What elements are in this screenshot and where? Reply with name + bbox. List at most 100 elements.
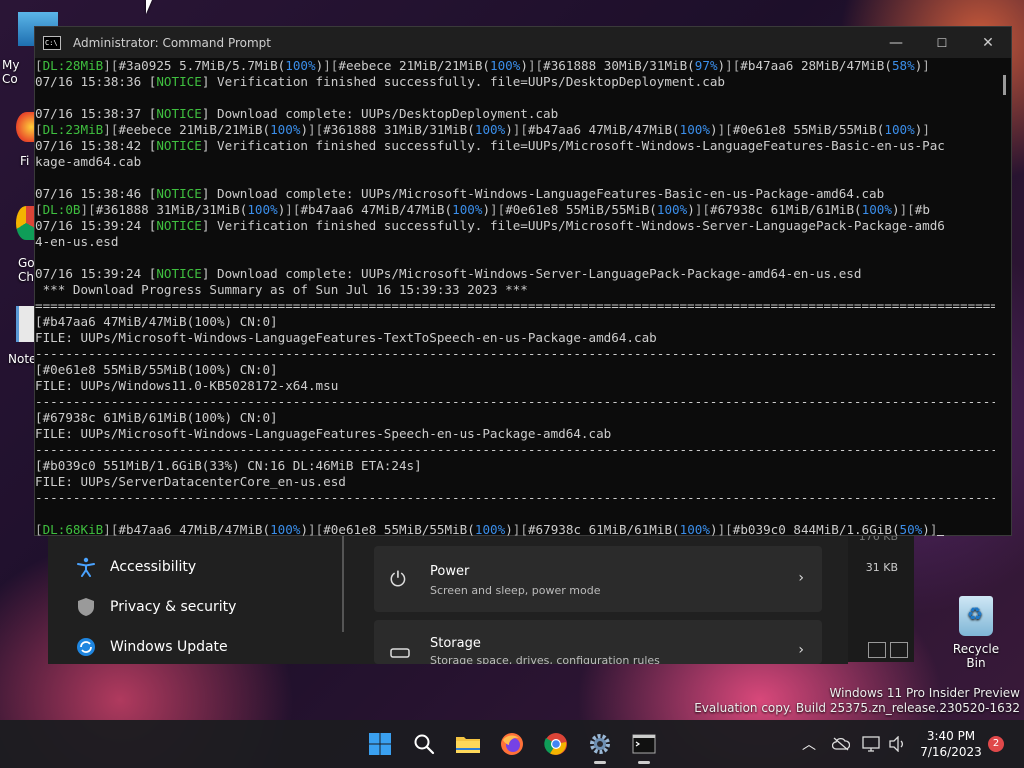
start-button[interactable] xyxy=(364,728,396,760)
settings-card-power[interactable]: ⏻ Power Screen and sleep, power mode › xyxy=(374,546,822,612)
storage-icon xyxy=(390,640,410,664)
terminal-line: [#b039c0 551MiB/1.6GiB(33%) CN:16 DL:46M… xyxy=(35,458,995,474)
chrome-button[interactable] xyxy=(540,728,572,760)
terminal-line: [#0e61e8 55MiB/55MiB(100%) CN:0] xyxy=(35,362,995,378)
terminal-button[interactable] xyxy=(628,728,660,764)
terminal-text: 100% xyxy=(285,58,316,73)
settings-button[interactable] xyxy=(584,728,616,764)
terminal-text: DL:68KiB xyxy=(42,522,104,536)
monitor-network-icon xyxy=(862,736,880,752)
terminal-text: ========================================… xyxy=(35,298,995,313)
network-status[interactable] xyxy=(832,720,850,768)
cmd-app-icon[interactable]: C:\ xyxy=(43,35,61,50)
nav-item-accessibility[interactable]: Accessibility xyxy=(76,555,196,579)
search-button[interactable] xyxy=(408,728,440,760)
firefox-button[interactable] xyxy=(496,728,528,760)
nav-item-windows-update[interactable]: Windows Update xyxy=(76,635,228,659)
terminal-text: NOTICE xyxy=(156,138,202,153)
terminal-text: #361888 31MiB/31MiB( xyxy=(95,202,248,217)
terminal-text: FILE: UUPs/Microsoft-Windows-LanguageFea… xyxy=(35,426,612,441)
terminal-line: kage-amd64.cab xyxy=(35,154,995,170)
update-icon xyxy=(76,637,96,657)
chrome-desktop-icon[interactable] xyxy=(16,206,36,240)
terminal-text: #0e61e8 55MiB/55MiB( xyxy=(732,122,885,137)
terminal-text: 07/16 15:39:24 [ xyxy=(35,218,157,233)
terminal-line: 07/16 15:38:36 [NOTICE] Verification fin… xyxy=(35,74,995,90)
terminal-text: 4-en-us.esd xyxy=(35,234,119,249)
terminal-text: ] Verification finished successfully. fi… xyxy=(201,218,945,233)
card-subtitle: Storage space, drives, configuration rul… xyxy=(430,654,660,664)
terminal-text: #67938c 61MiB/61MiB( xyxy=(527,522,680,536)
nav-item-privacy[interactable]: Privacy & security xyxy=(76,595,236,619)
terminal-text: ][ xyxy=(103,522,119,536)
terminal-text: 97% xyxy=(694,58,718,73)
terminal-text: ----------------------------------------… xyxy=(35,442,995,457)
title-bar[interactable]: C:\ Administrator: Command Prompt — ☐ ✕ xyxy=(35,27,1011,58)
tiles-view-icon[interactable] xyxy=(890,642,908,658)
terminal-text: [ xyxy=(35,122,43,137)
terminal-text: ][ xyxy=(725,58,741,73)
terminal-text: [#b039c0 551MiB/1.6GiB(33%) CN:16 DL:46M… xyxy=(35,458,422,473)
terminal-line: FILE: UUPs/ServerDatacenterCore_en-us.es… xyxy=(35,474,995,490)
terminal-text: ][ xyxy=(717,122,733,137)
terminal-text: ----------------------------------------… xyxy=(35,490,995,505)
terminal-text: ) xyxy=(300,522,309,536)
terminal-text: #361888 31MiB/31MiB( xyxy=(323,122,475,137)
terminal-text: 100% xyxy=(247,202,278,217)
terminal-text: 100% xyxy=(452,202,483,217)
settings-nav: Accessibility Privacy & security Windows… xyxy=(48,536,342,664)
nav-item-label: Privacy & security xyxy=(110,599,237,615)
desktop-label: Note xyxy=(8,352,37,366)
terminal-text: 100% xyxy=(474,122,506,137)
card-title: Power xyxy=(430,564,470,579)
terminal-text: [#67938c 61MiB/61MiB(100%) CN:0] xyxy=(35,410,278,425)
folder-icon xyxy=(456,737,480,753)
terminal-line: FILE: UUPs/Microsoft-Windows-LanguageFea… xyxy=(35,426,995,442)
terminal-text: ) xyxy=(520,58,528,73)
file-size: 31 KB xyxy=(865,561,898,574)
terminal-text: ] Download complete: UUPs/Microsoft-Wind… xyxy=(201,186,885,201)
maximize-button[interactable]: ☐ xyxy=(919,27,965,58)
terminal-text: #eebece 21MiB/21MiB( xyxy=(118,122,271,137)
terminal-line: *** Download Progress Summary as of Sun … xyxy=(35,282,995,298)
speaker-icon xyxy=(889,736,903,752)
network-icon-button[interactable] xyxy=(862,720,880,768)
cloud-off-icon xyxy=(832,737,850,751)
terminal-text: ----------------------------------------… xyxy=(35,394,995,409)
terminal-line: [#b47aa6 47MiB/47MiB(100%) CN:0] xyxy=(35,314,995,330)
chevron-up-icon: ︿ xyxy=(802,737,816,753)
terminal-text: ----------------------------------------… xyxy=(35,346,995,361)
recycle-bin[interactable]: Recycle Bin xyxy=(944,596,1008,670)
power-icon: ⏻ xyxy=(390,567,406,591)
settings-card-storage[interactable]: Storage Storage space, drives, configura… xyxy=(374,620,822,664)
terminal-text: ] xyxy=(922,58,930,73)
card-title: Storage xyxy=(430,636,481,651)
terminal-line: [DL:23MiB][#eebece 21MiB/21MiB(100%)][#3… xyxy=(35,122,995,138)
minimize-button[interactable]: — xyxy=(873,27,919,58)
terminal-text: ] Download complete: UUPs/DesktopDeploym… xyxy=(201,106,559,121)
terminal-text: 58% xyxy=(891,58,915,73)
window-title: Administrator: Command Prompt xyxy=(73,35,271,50)
terminal-text: FILE: UUPs/ServerDatacenterCore_en-us.es… xyxy=(35,474,346,489)
details-view-icon[interactable] xyxy=(868,642,886,658)
scrollbar-thumb[interactable] xyxy=(1003,75,1006,95)
terminal-text: #b xyxy=(914,202,930,217)
text-cursor xyxy=(937,535,945,536)
terminal-text: #67938c 61MiB/61MiB( xyxy=(709,202,862,217)
show-hidden-icons-button[interactable]: ︿ xyxy=(802,720,816,768)
terminal-text: 100% xyxy=(474,522,506,536)
terminal-text: ][ xyxy=(308,522,324,536)
nav-item-label: Accessibility xyxy=(110,559,197,575)
terminal-output[interactable]: [DL:28MiB][#3a0925 5.7MiB/5.7MiB(100%)][… xyxy=(35,58,995,536)
close-button[interactable]: ✕ xyxy=(965,27,1011,58)
recycle-bin-icon xyxy=(959,596,993,636)
volume-button[interactable] xyxy=(888,720,906,768)
terminal-text: ) xyxy=(891,202,900,217)
file-explorer-button[interactable] xyxy=(452,728,484,760)
clock[interactable]: 3:40 PM 7/16/2023 xyxy=(916,728,986,760)
terminal-text: DL:23MiB xyxy=(42,122,104,137)
terminal-line: FILE: UUPs/Windows11.0-KB5028172-x64.msu xyxy=(35,378,995,394)
notification-badge[interactable]: 2 xyxy=(988,736,1004,752)
